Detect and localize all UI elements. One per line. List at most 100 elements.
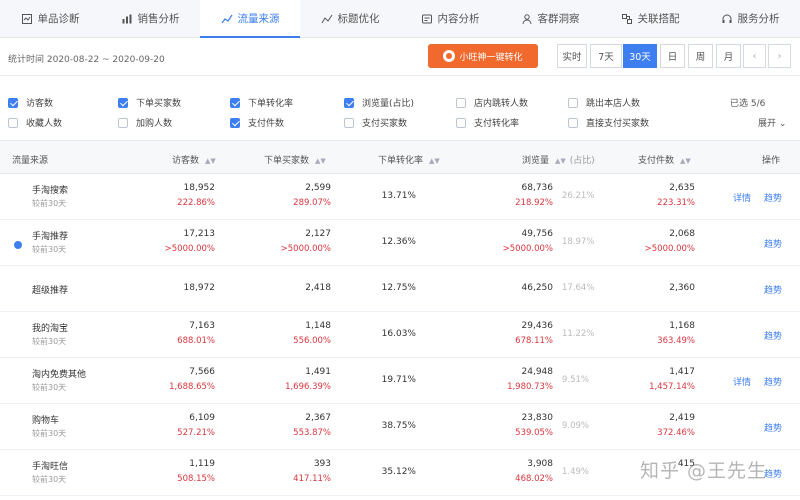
period-button[interactable]: 周 (688, 44, 713, 68)
checkbox-empty-icon (456, 97, 466, 108)
detail-link[interactable]: 详情 (733, 191, 751, 204)
views-value: 68,736 (521, 183, 554, 193)
paid-change: 223.31% (657, 198, 695, 208)
buyers-value: 1,148 (305, 321, 331, 331)
promo-label: 小旺神一键转化 (459, 52, 523, 63)
buyers-change: >5000.00% (280, 244, 331, 254)
source-name: 我的淘宝 (32, 324, 69, 334)
prev-page-button[interactable]: ‹ (743, 44, 766, 68)
tab-7[interactable]: 服务分析 (700, 0, 800, 37)
visitors-value: 18,972 (183, 283, 216, 293)
trend-link[interactable]: 趋势 (764, 375, 782, 388)
paid-value: 2,419 (669, 413, 695, 423)
source-name: 超级推荐 (32, 286, 69, 296)
buyers-change: 1,696.39% (285, 382, 331, 392)
visitors-value: 7,566 (189, 367, 215, 377)
period-button[interactable]: 7天 (590, 44, 622, 68)
next-page-button[interactable]: › (768, 44, 791, 68)
sort-icon: ▲▼ (555, 157, 566, 165)
visitors-change: 527.21% (177, 428, 215, 438)
views-value: 23,830 (521, 413, 554, 423)
paid-value: 1,417 (669, 367, 695, 377)
header-source: 流量来源 (12, 156, 49, 166)
metric-label: 加购人数 (136, 119, 173, 129)
checkbox-checked-icon (230, 117, 240, 128)
tab-5[interactable]: 客群洞察 (500, 0, 600, 37)
checkbox-checked-icon (118, 97, 128, 108)
header-buyers[interactable]: 下单买家数 ▲▼ (264, 153, 326, 166)
checkbox-empty-icon (118, 117, 128, 128)
paid-change: >5000.00% (644, 244, 695, 254)
period-button[interactable]: 月 (716, 44, 741, 68)
table-row: 超级推荐 18,972 2,418 12.75% 46,250 17.64% 2,360 趋势 (0, 266, 800, 312)
visitors-change: 688.01% (177, 336, 215, 346)
date-range-text: 统计时间 2020-08-22 ~ 2020-09-20 (8, 55, 165, 65)
metric-checkbox[interactable]: 收藏人数 (8, 116, 62, 129)
metric-label: 浏览量(占比) (362, 99, 415, 109)
trend-link[interactable]: 趋势 (764, 237, 782, 250)
trend-link[interactable]: 趋势 (764, 329, 782, 342)
metric-label: 下单转化率 (248, 99, 294, 109)
source-name: 手淘旺信 (32, 462, 69, 472)
sort-icon: ▲▼ (315, 157, 326, 165)
sort-icon: ▲▼ (680, 157, 691, 165)
header-views[interactable]: 浏览量 ▲▼ (占比) (522, 153, 595, 166)
paid-value: 2,068 (669, 229, 695, 239)
metric-checkbox[interactable]: 下单转化率 (230, 96, 293, 109)
views-value: 49,756 (521, 229, 554, 239)
header-conv[interactable]: 下单转化率 ▲▼ (378, 153, 440, 166)
header-paid[interactable]: 支付件数 ▲▼ (638, 153, 691, 166)
paid-value: 2,360 (669, 283, 695, 293)
metric-checkbox[interactable]: 加购人数 (118, 116, 172, 129)
expand-toggle[interactable]: 展开 ⌄ (758, 116, 786, 129)
checkbox-empty-icon (456, 117, 466, 128)
views-change: 539.05% (515, 428, 553, 438)
compare-label: 较前30天 (32, 337, 67, 346)
metric-checkbox[interactable]: 下单买家数 (118, 96, 181, 109)
views-share: 1.49% (562, 467, 590, 477)
metric-checkbox[interactable]: 店内跳转人数 (456, 96, 528, 109)
tab-6[interactable]: 关联搭配 (600, 0, 700, 37)
tab-2[interactable]: 流量来源 (200, 0, 300, 38)
promo-convert-button[interactable]: 小旺神一键转化 (428, 44, 538, 68)
views-share: 9.09% (562, 421, 590, 431)
tab-4[interactable]: 内容分析 (400, 0, 500, 37)
trend-link[interactable]: 趋势 (764, 283, 782, 296)
metric-checkbox[interactable]: 跳出本店人数 (568, 96, 640, 109)
content-icon (421, 13, 433, 25)
period-button[interactable]: 实时 (557, 44, 587, 68)
period-button[interactable]: 30天 (623, 44, 657, 68)
buyers-value: 2,418 (305, 283, 331, 293)
title-icon (321, 13, 333, 25)
diagnosis-icon (21, 13, 33, 25)
views-share: 17.64% (562, 283, 595, 293)
metric-label: 支付件数 (248, 119, 285, 129)
metric-checkbox[interactable]: 支付转化率 (456, 116, 519, 129)
tab-3[interactable]: 标题优化 (300, 0, 400, 37)
service-icon (721, 13, 733, 25)
sort-icon: ▲▼ (429, 157, 440, 165)
metric-checkbox[interactable]: 支付件数 (230, 116, 284, 129)
buyers-value: 2,367 (305, 413, 331, 423)
views-change: 468.02% (515, 474, 553, 484)
buyers-value: 1,491 (305, 367, 331, 377)
trend-link[interactable]: 趋势 (764, 421, 782, 434)
tab-0[interactable]: 单品诊断 (0, 0, 100, 37)
metric-checkbox[interactable]: 访客数 (8, 96, 53, 109)
trend-link[interactable]: 趋势 (764, 191, 782, 204)
conv-value: 19.71% (381, 375, 416, 385)
metric-checkbox[interactable]: 支付买家数 (344, 116, 407, 129)
period-button[interactable]: 日 (660, 44, 685, 68)
compare-label: 较前30天 (32, 475, 67, 484)
header-visitors[interactable]: 访客数 ▲▼ (172, 153, 216, 166)
metric-checkbox[interactable]: 直接支付买家数 (568, 116, 649, 129)
metric-label: 跳出本店人数 (586, 99, 641, 109)
header-ops: 操作 (762, 156, 781, 166)
compare-label: 较前30天 (32, 429, 67, 438)
detail-link[interactable]: 详情 (733, 375, 751, 388)
metric-checkbox[interactable]: 浏览量(占比) (344, 96, 414, 109)
visitors-value: 17,213 (183, 229, 216, 239)
metric-label: 店内跳转人数 (474, 99, 529, 109)
compare-label: 较前30天 (32, 199, 67, 208)
tab-1[interactable]: 销售分析 (100, 0, 200, 37)
